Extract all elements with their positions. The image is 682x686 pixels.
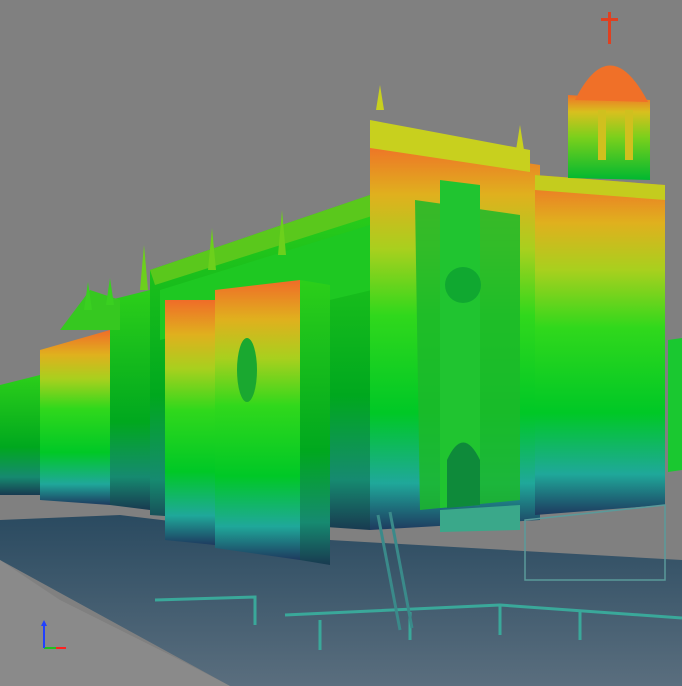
cathedral-point-cloud — [0, 12, 682, 686]
nave — [150, 195, 375, 565]
main-facade — [370, 120, 540, 532]
left-wing — [0, 290, 150, 510]
axis-gizmo — [41, 620, 66, 649]
bell-tower — [535, 12, 665, 515]
right-building-edge — [668, 338, 682, 472]
point-cloud-viewport[interactable] — [0, 0, 682, 686]
